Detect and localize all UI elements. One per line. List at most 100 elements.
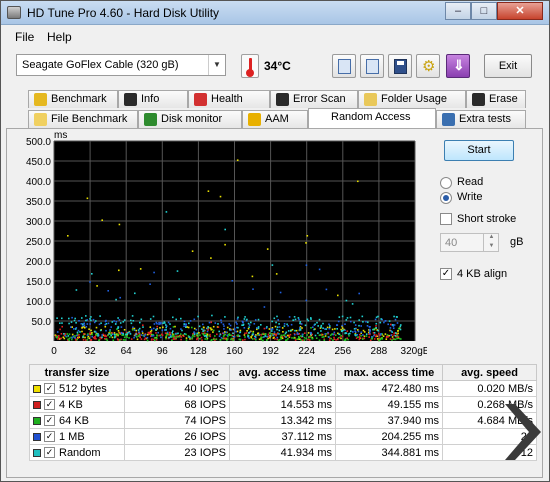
tab-aam[interactable]: AAM	[242, 110, 308, 128]
tab-random-access[interactable]: Random Access	[308, 108, 436, 128]
data-point	[64, 333, 67, 335]
tab-label: Info	[141, 93, 160, 105]
table-row: ✓ 4 KB 68 IOPS 14.553 ms 49.155 ms 0.268 MB/s	[29, 396, 537, 413]
data-point	[299, 328, 301, 330]
data-point	[180, 317, 182, 320]
data-point	[223, 334, 225, 337]
series-checkbox[interactable]: ✓	[44, 415, 55, 427]
download-button[interactable]: ⇓	[446, 54, 470, 78]
data-point	[350, 320, 352, 323]
data-point	[243, 327, 246, 329]
data-point	[193, 327, 196, 330]
data-point	[170, 334, 172, 337]
tab-file-benchmark[interactable]: File Benchmark	[28, 110, 138, 128]
minimize-button[interactable]: –	[445, 2, 471, 20]
data-point	[247, 335, 250, 337]
menu-help[interactable]: Help	[47, 30, 72, 44]
close-button[interactable]: ✕	[497, 2, 543, 20]
exit-button[interactable]: Exit	[484, 54, 532, 78]
stroke-spinner[interactable]: ▲ ▼	[483, 233, 499, 252]
data-point	[211, 339, 213, 341]
series-checkbox[interactable]: ✓	[44, 383, 55, 395]
start-button[interactable]: Start	[444, 140, 514, 161]
series-checkbox[interactable]: ✓	[44, 431, 55, 443]
maximize-button[interactable]: □	[471, 2, 497, 20]
tab-health[interactable]: Health	[188, 90, 270, 108]
data-point	[333, 336, 335, 339]
options-button[interactable]	[416, 54, 440, 78]
tab-label: Health	[211, 93, 243, 105]
data-point	[314, 323, 316, 326]
short-stroke-checkbox[interactable]	[440, 213, 452, 225]
copy-image-icon	[366, 59, 379, 74]
data-point	[289, 333, 292, 336]
y-tick-label: 200.0	[26, 257, 51, 268]
data-point	[128, 331, 131, 334]
data-point	[156, 325, 158, 328]
data-point	[224, 316, 226, 318]
read-radio[interactable]	[440, 177, 452, 189]
data-point	[181, 329, 183, 332]
data-point	[141, 330, 144, 333]
x-tick-label: 160	[226, 346, 243, 357]
data-point	[193, 333, 196, 336]
data-point	[147, 331, 150, 334]
data-point	[89, 281, 91, 283]
series-checkbox[interactable]: ✓	[44, 399, 55, 411]
copy-image-button[interactable]	[360, 54, 384, 78]
data-point	[185, 337, 188, 339]
data-point	[176, 270, 179, 272]
data-point	[272, 334, 275, 336]
data-point	[174, 325, 176, 328]
tab-info[interactable]: Info	[118, 90, 188, 108]
data-point	[226, 339, 228, 341]
tab-erase[interactable]: Erase	[466, 90, 526, 108]
data-point	[98, 323, 101, 326]
tab-extra-tests[interactable]: Extra tests	[436, 110, 526, 128]
data-point	[58, 338, 61, 340]
x-tick-label: 0	[51, 346, 57, 357]
data-point	[124, 339, 126, 341]
data-point	[86, 334, 89, 336]
data-point	[375, 316, 378, 319]
file-icon	[34, 113, 47, 126]
write-radio[interactable]	[440, 192, 452, 204]
data-point	[210, 321, 212, 324]
data-point	[180, 338, 182, 341]
data-point	[379, 334, 382, 336]
save-button[interactable]	[388, 54, 412, 78]
data-point	[306, 318, 309, 321]
align-checkbox[interactable]: ✓	[440, 268, 452, 280]
data-point	[218, 335, 221, 337]
data-point	[298, 318, 300, 321]
data-point	[348, 335, 350, 337]
data-point	[280, 338, 282, 340]
data-point	[297, 317, 300, 319]
tab-disk-monitor[interactable]: Disk monitor	[138, 110, 242, 128]
col-max-access: max. access time	[335, 364, 443, 381]
data-point	[314, 334, 317, 337]
data-point	[132, 329, 134, 331]
data-point	[392, 327, 395, 329]
data-point	[337, 337, 340, 339]
col-avg-access: avg. access time	[229, 364, 336, 381]
title-bar[interactable]: HD Tune Pro 4.60 - Hard Disk Utility – □…	[1, 1, 549, 25]
data-point	[353, 328, 356, 330]
series-checkbox[interactable]: ✓	[44, 447, 55, 459]
tab-folder-usage[interactable]: Folder Usage	[358, 90, 466, 108]
col-transfer-size: transfer size	[29, 364, 125, 381]
data-point	[223, 328, 225, 330]
tab-error-scan[interactable]: Error Scan	[270, 90, 358, 108]
data-point	[329, 325, 331, 327]
data-point	[226, 326, 229, 329]
data-point	[212, 329, 215, 332]
data-point	[308, 336, 310, 339]
drive-select[interactable]: Seagate GoFlex Cable (320 gB) ▼	[16, 54, 226, 76]
data-point	[368, 328, 371, 331]
data-point	[270, 333, 273, 335]
menu-file[interactable]: File	[15, 30, 34, 44]
copy-text-button[interactable]	[332, 54, 356, 78]
data-point	[321, 336, 324, 338]
data-point	[276, 328, 278, 331]
tab-benchmark[interactable]: Benchmark	[28, 90, 118, 108]
